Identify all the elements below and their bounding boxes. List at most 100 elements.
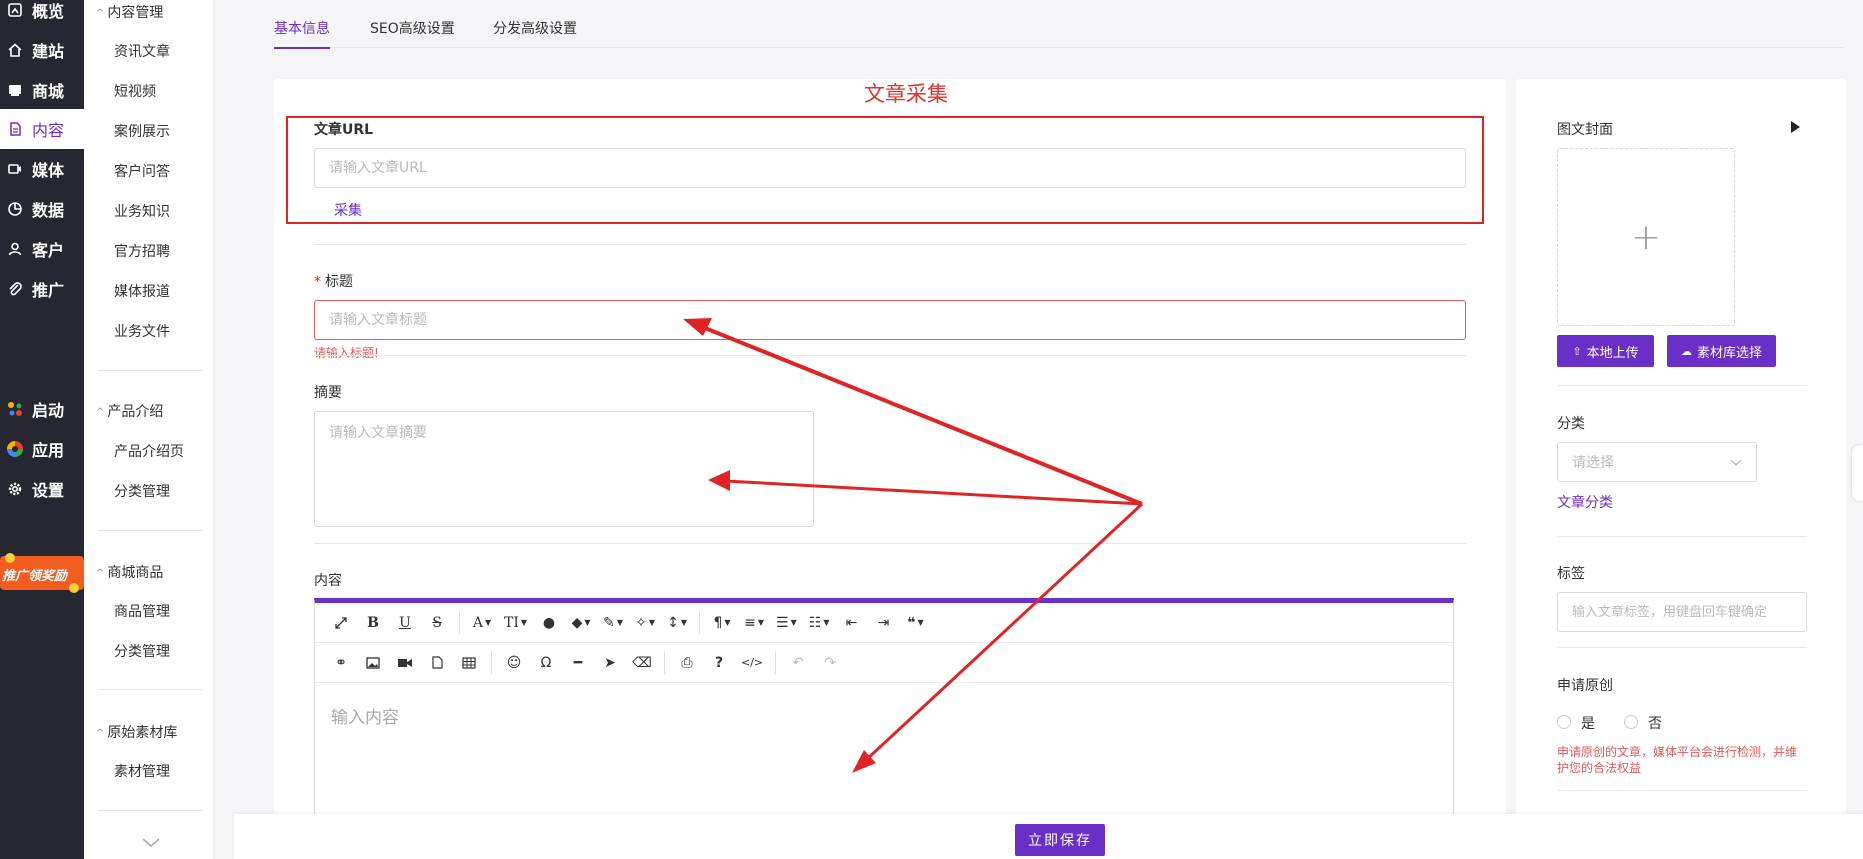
nav-item-label: 客户 [32, 241, 65, 260]
radio-yes[interactable] [1557, 715, 1571, 729]
select-all-icon[interactable]: ➤ [594, 649, 626, 677]
nav-item-media[interactable]: 媒体 [0, 149, 84, 189]
summary-textarea[interactable] [314, 411, 814, 527]
group-product[interactable]: ^ 产品介绍 [96, 401, 163, 421]
subnav-item-press[interactable]: 媒体报道 [114, 281, 170, 301]
nav-item-promotion[interactable]: 推广 [0, 269, 84, 309]
help-icon[interactable]: ? [703, 649, 735, 677]
chevron-down-icon [1730, 459, 1742, 466]
divider [98, 370, 202, 371]
nav-item-shop[interactable]: 商城 [0, 70, 84, 110]
title-input[interactable] [314, 300, 1466, 340]
subnav-item-goods[interactable]: 商品管理 [114, 601, 170, 621]
tag-icon[interactable]: ◆ ▼ [565, 609, 597, 637]
font-size-icon[interactable]: TI ▼ [498, 609, 533, 637]
home-icon [6, 41, 24, 59]
code-icon[interactable]: </> [735, 649, 769, 677]
unordered-list-icon[interactable]: ☷ ▼ [803, 609, 836, 637]
group-shop-goods[interactable]: ^ 商城商品 [96, 562, 163, 582]
save-button[interactable]: 立即保存 [1015, 824, 1105, 856]
underline-icon[interactable]: U [389, 609, 421, 637]
divider [98, 810, 202, 811]
subnav-item-product-page[interactable]: 产品介绍页 [114, 441, 184, 461]
group-material[interactable]: ^ 原始素材库 [96, 722, 177, 742]
fill-color-icon[interactable]: ● [533, 609, 565, 637]
content-label: 内容 [314, 573, 342, 589]
nav-item-settings[interactable]: 设置 [0, 469, 84, 509]
subnav-item-product-category[interactable]: 分类管理 [114, 481, 170, 501]
nav-item-content[interactable]: 内容 [0, 109, 84, 149]
radio-no-label: 否 [1648, 716, 1662, 732]
horizontal-rule-icon[interactable]: ━ [562, 649, 594, 677]
play-icon[interactable] [1791, 121, 1800, 133]
brush-icon[interactable]: ✎ ▼ [597, 609, 629, 637]
nav-item-customer[interactable]: 客户 [0, 229, 84, 269]
nav-item-overview[interactable]: 概览 [0, 0, 84, 30]
subnav-item-material[interactable]: 素材管理 [114, 761, 170, 781]
quote-icon[interactable]: ❝ ▼ [899, 609, 931, 637]
line-height-icon[interactable]: ↕ ▼ [661, 609, 693, 637]
side-float-handle[interactable] [1852, 445, 1863, 501]
video-icon [6, 160, 24, 178]
tab-distribution-settings[interactable]: 分发高级设置 [493, 18, 577, 47]
undo-icon[interactable]: ↶ [782, 649, 814, 677]
magic-wand-icon[interactable]: ✧ ▼ [629, 609, 661, 637]
special-char-icon[interactable]: Ω [530, 649, 562, 677]
nav-item-apps[interactable]: 应用 [0, 429, 84, 469]
nav-item-label: 应用 [32, 441, 65, 460]
apps-icon [6, 440, 24, 458]
collect-link[interactable]: 采集 [334, 200, 362, 220]
subnav-item-cases[interactable]: 案例展示 [114, 121, 170, 141]
category-link[interactable]: 文章分类 [1557, 492, 1613, 512]
subnav-item-short-video[interactable]: 短视频 [114, 81, 156, 101]
library-select-button[interactable]: ☁ 素材库选择 [1667, 335, 1776, 367]
eraser-icon[interactable]: ⌫ [626, 649, 658, 677]
url-input[interactable] [314, 148, 1466, 188]
print-icon[interactable]: ⎙ [671, 649, 703, 677]
subnav-item-files[interactable]: 业务文件 [114, 321, 170, 341]
tags-input[interactable] [1557, 592, 1807, 632]
align-icon[interactable]: ≡ ▼ [738, 609, 770, 637]
ordered-list-icon[interactable]: ☰ ▼ [770, 609, 803, 637]
tab-seo-settings[interactable]: SEO高级设置 [370, 18, 455, 47]
subnav-item-qa[interactable]: 客户问答 [114, 161, 170, 181]
font-color-icon[interactable]: A ▼ [466, 609, 498, 637]
category-select[interactable]: 请选择 [1557, 442, 1757, 482]
subnav-item-goods-category[interactable]: 分类管理 [114, 641, 170, 661]
editor-content-area[interactable]: 输入内容 [331, 703, 399, 728]
file-icon[interactable] [421, 649, 453, 677]
link-icon[interactable]: ⚭ [325, 649, 357, 677]
gear-icon [6, 480, 24, 498]
bold-icon[interactable]: B [357, 609, 389, 637]
table-icon[interactable] [453, 649, 485, 677]
chevron-up-icon: ^ [96, 568, 105, 579]
subnav-item-knowledge[interactable]: 业务知识 [114, 201, 170, 221]
local-upload-button[interactable]: ⇧ 本地上传 [1557, 335, 1654, 367]
nav-item-label: 内容 [32, 121, 65, 140]
nav-item-launch[interactable]: 启动 [0, 389, 84, 429]
video-insert-icon[interactable] [389, 649, 421, 677]
cover-upload-box[interactable]: + [1557, 148, 1735, 326]
emoji-icon[interactable]: ☺ [498, 649, 530, 677]
indent-icon[interactable]: ⇥ [867, 609, 899, 637]
radio-no[interactable] [1624, 715, 1638, 729]
group-content-mgmt[interactable]: ^ 内容管理 [96, 2, 163, 22]
image-icon[interactable] [357, 649, 389, 677]
promo-banner[interactable]: 推广领奖励 [0, 548, 84, 600]
tab-basic-info[interactable]: 基本信息 [274, 18, 330, 49]
dashboard-icon [6, 1, 24, 19]
subnav-item-jobs[interactable]: 官方招聘 [114, 241, 170, 261]
nav-item-data[interactable]: 数据 [0, 189, 84, 229]
strikethrough-icon[interactable]: S [421, 609, 453, 637]
paragraph-icon[interactable]: ¶ ▼ [706, 609, 738, 637]
editor-toolbar-row: ⚭ ☺ Ω ━ ➤ ⌫ ⎙ ? </> ↶ ↷ [315, 643, 1453, 683]
redo-icon[interactable]: ↷ [814, 649, 846, 677]
outdent-icon[interactable]: ⇤ [835, 609, 867, 637]
upload-icon: ⇧ [1572, 344, 1582, 358]
launch-icon [6, 400, 24, 418]
chevron-down-icon[interactable] [142, 836, 160, 852]
subnav-item-articles[interactable]: 资讯文章 [114, 41, 170, 61]
fullscreen-icon[interactable] [325, 609, 357, 637]
shop-icon [6, 81, 24, 99]
nav-item-site[interactable]: 建站 [0, 30, 84, 70]
